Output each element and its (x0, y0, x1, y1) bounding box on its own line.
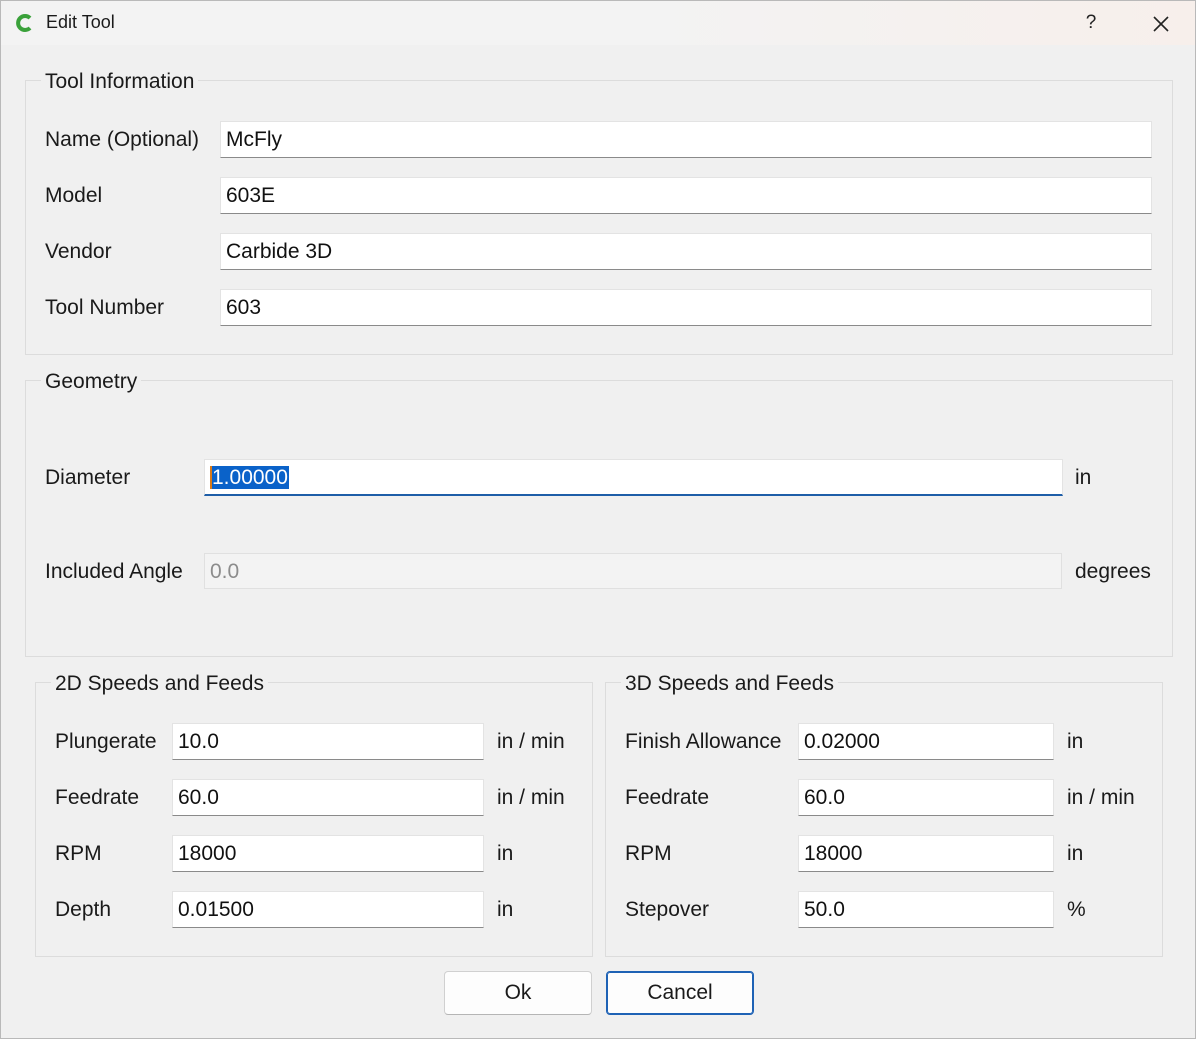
vendor-label: Vendor (45, 240, 112, 263)
name-field[interactable]: McFly (220, 121, 1152, 158)
diameter-selected-text: 1.00000 (210, 466, 289, 489)
feedrate-2d-label: Feedrate (55, 786, 140, 809)
geometry-title: Geometry (41, 370, 142, 394)
model-field[interactable]: 603E (220, 177, 1152, 214)
close-icon[interactable] (1141, 7, 1181, 41)
rpm-3d-label: RPM (625, 842, 672, 865)
window-title: Edit Tool (46, 12, 115, 32)
edit-tool-dialog: Edit Tool ? Tool Information Name (Optio… (0, 0, 1196, 1039)
name-label: Name (Optional) (45, 128, 200, 151)
feedrate-3d-label: Feedrate (625, 786, 710, 809)
stepover-label: Stepover (625, 898, 710, 921)
feedrate-3d-field[interactable]: 60.0 (798, 779, 1054, 816)
cancel-button[interactable]: Cancel (606, 971, 754, 1015)
stepover-unit: % (1067, 898, 1086, 921)
finish-allowance-label: Finish Allowance (625, 730, 782, 753)
diameter-unit: in (1075, 466, 1092, 489)
plungerate-field[interactable]: 10.0 (172, 723, 484, 760)
speeds-2d-title: 2D Speeds and Feeds (51, 672, 268, 696)
depth-unit: in (497, 898, 514, 921)
help-button[interactable]: ? (1071, 5, 1111, 41)
rpm-2d-unit: in (497, 842, 514, 865)
tool-number-field[interactable]: 603 (220, 289, 1152, 326)
diameter-label: Diameter (45, 466, 131, 489)
geometry-group (25, 380, 1173, 657)
tool-information-title: Tool Information (41, 70, 199, 94)
rpm-2d-label: RPM (55, 842, 102, 865)
diameter-field[interactable]: 1.00000 (204, 459, 1063, 496)
included-angle-label: Included Angle (45, 560, 183, 583)
included-angle-field: 0.0 (204, 553, 1062, 589)
finish-allowance-field[interactable]: 0.02000 (798, 723, 1054, 760)
carbide-create-icon (16, 14, 32, 32)
feedrate-2d-field[interactable]: 60.0 (172, 779, 484, 816)
feedrate-3d-unit: in / min (1067, 786, 1135, 809)
ok-button[interactable]: Ok (444, 971, 592, 1015)
tool-number-label: Tool Number (45, 296, 165, 319)
stepover-field[interactable]: 50.0 (798, 891, 1054, 928)
rpm-3d-field[interactable]: 18000 (798, 835, 1054, 872)
plungerate-unit: in / min (497, 730, 565, 753)
plungerate-label: Plungerate (55, 730, 157, 753)
depth-label: Depth (55, 898, 112, 921)
finish-allowance-unit: in (1067, 730, 1084, 753)
title-bar[interactable]: Edit Tool ? (1, 1, 1195, 45)
speeds-3d-title: 3D Speeds and Feeds (621, 672, 838, 696)
rpm-2d-field[interactable]: 18000 (172, 835, 484, 872)
depth-field[interactable]: 0.01500 (172, 891, 484, 928)
model-label: Model (45, 184, 103, 207)
included-angle-unit: degrees (1075, 560, 1151, 583)
vendor-field[interactable]: Carbide 3D (220, 233, 1152, 270)
rpm-3d-unit: in (1067, 842, 1084, 865)
feedrate-2d-unit: in / min (497, 786, 565, 809)
